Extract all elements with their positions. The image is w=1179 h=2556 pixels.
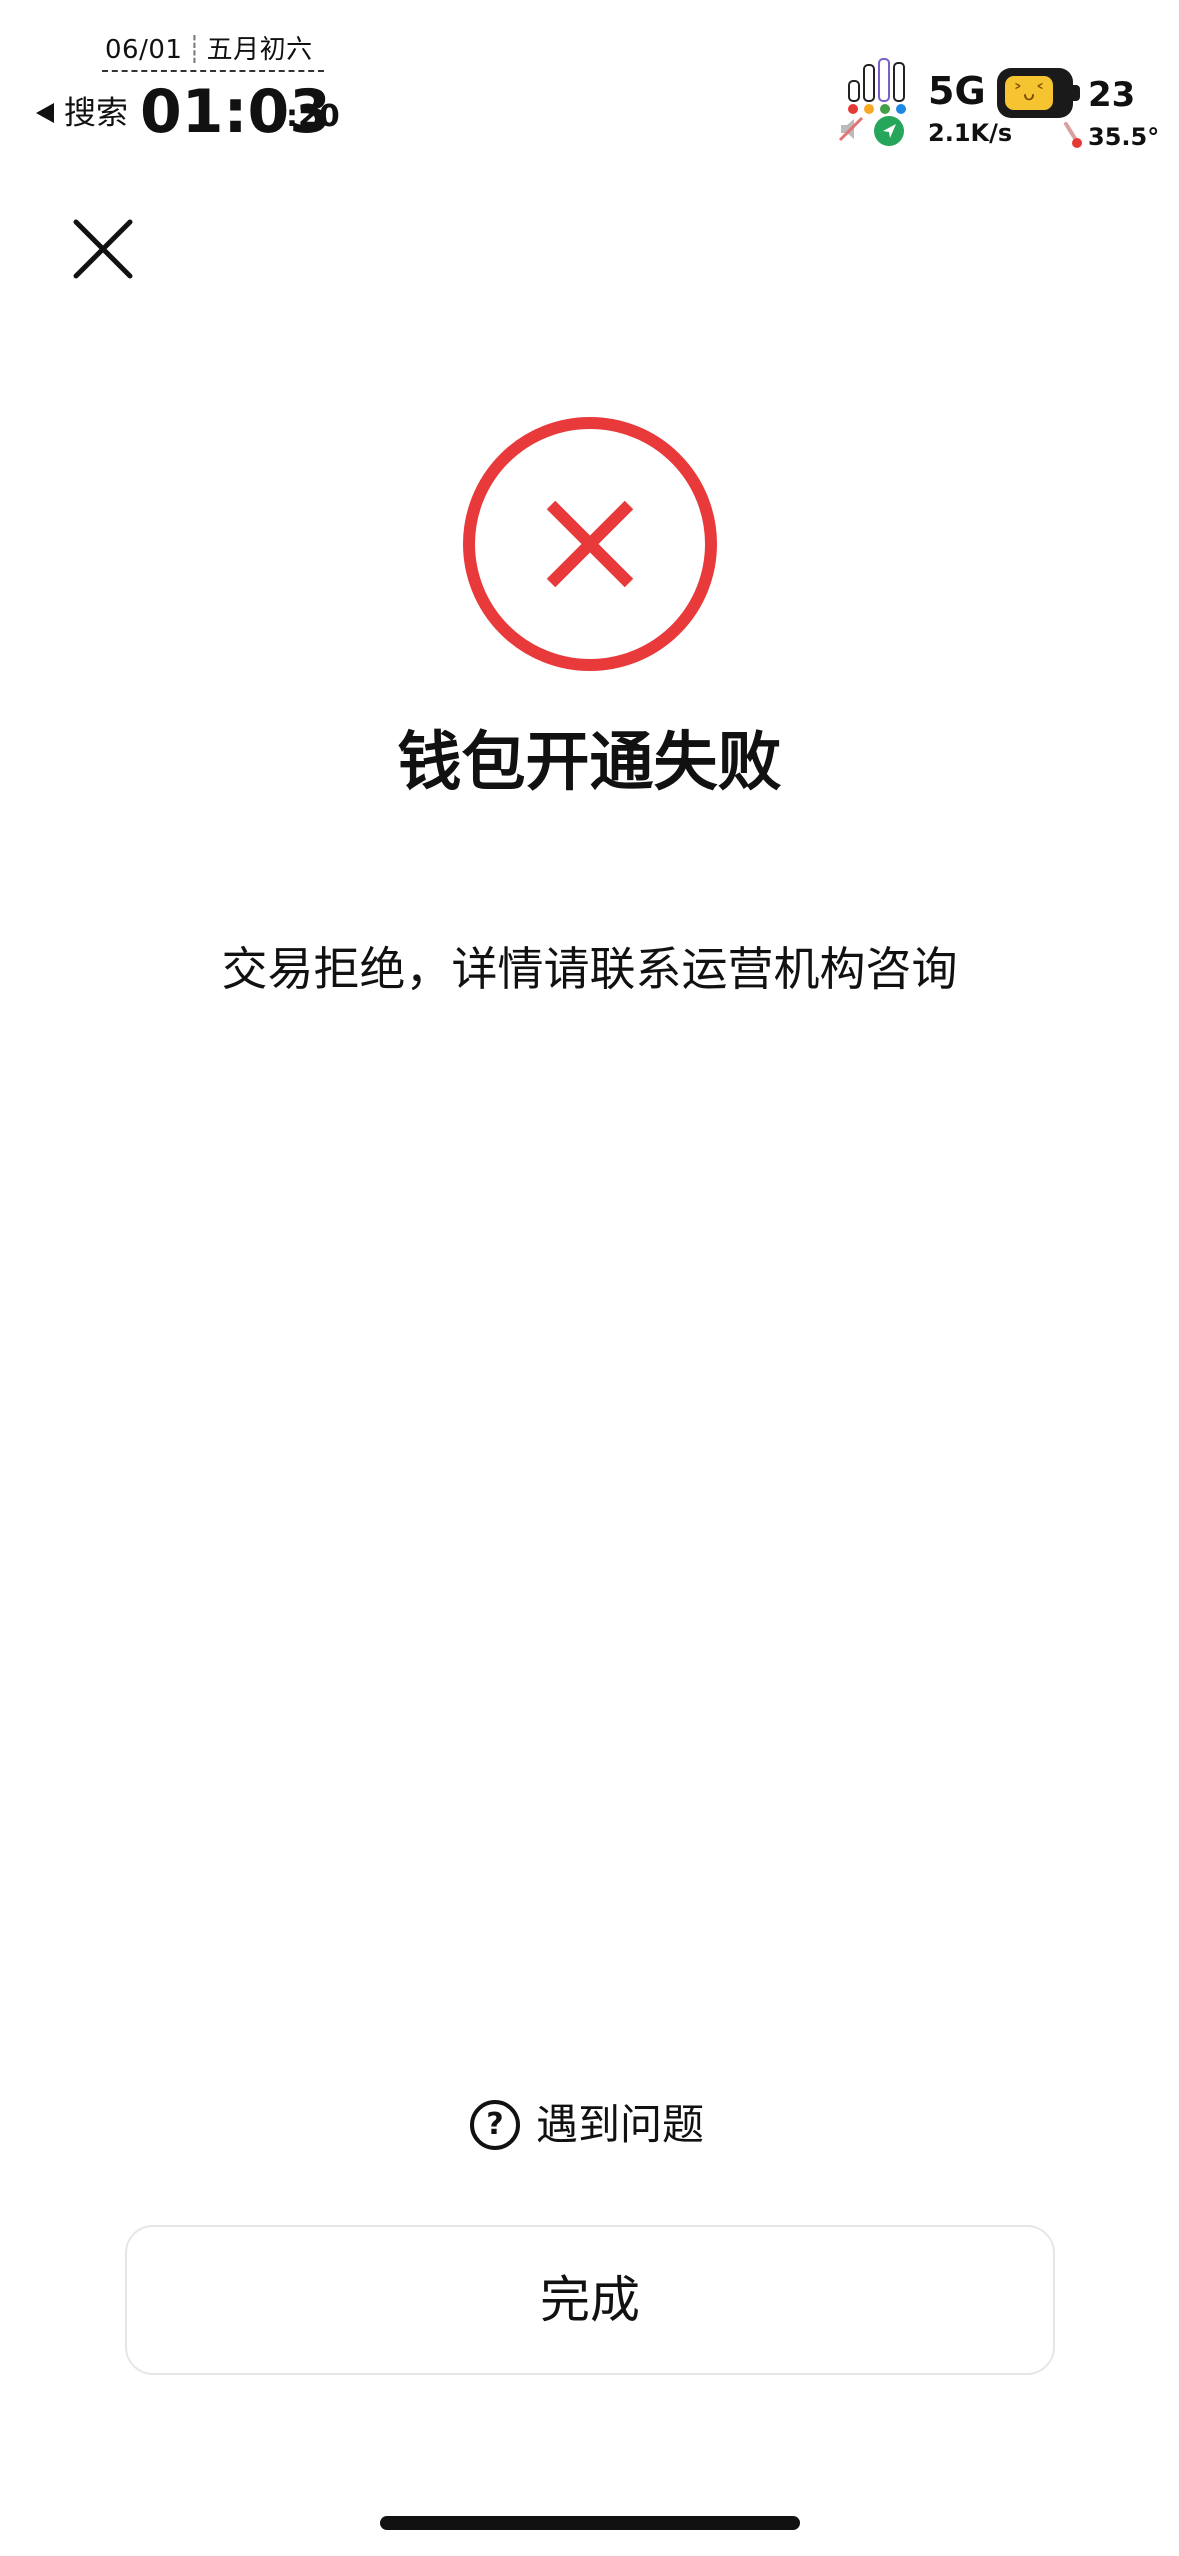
home-indicator[interactable]	[380, 2516, 800, 2530]
back-app-label: 搜索	[64, 93, 129, 132]
status-date-solar: 06/01	[105, 35, 183, 65]
battery-level: 23	[1088, 75, 1136, 115]
error-circle-icon	[463, 417, 717, 671]
question-circle-icon: ?	[470, 2100, 520, 2150]
close-icon[interactable]	[68, 214, 138, 284]
status-date: 06/01 ┊ 五月初六	[105, 32, 325, 68]
status-date-lunar: 五月初六	[206, 35, 313, 65]
result-message: 交易拒绝，详情请联系运营机构咨询	[221, 942, 958, 996]
thermometer-icon	[1064, 122, 1082, 148]
location-icon	[874, 116, 904, 146]
signal-bars-icon	[848, 58, 908, 102]
date-underline	[102, 70, 324, 72]
result-title: 钱包开通失败	[397, 726, 782, 800]
back-arrow-icon	[36, 102, 54, 123]
status-seconds: :20	[286, 99, 340, 134]
network-speed: 2.1K/s	[928, 119, 1013, 147]
help-label: 遇到问题	[536, 2100, 705, 2149]
back-to-app-button[interactable]: 搜索	[36, 92, 128, 133]
temperature: 35.5°	[1088, 123, 1160, 151]
done-button[interactable]: 完成	[125, 2225, 1055, 2375]
date-separator: ┊	[186, 35, 203, 65]
battery-icon: ˃ᴗ˂	[997, 68, 1080, 118]
mute-icon	[838, 116, 864, 142]
help-link[interactable]: ? 遇到问题	[470, 2090, 704, 2160]
network-type: 5G	[928, 69, 986, 113]
